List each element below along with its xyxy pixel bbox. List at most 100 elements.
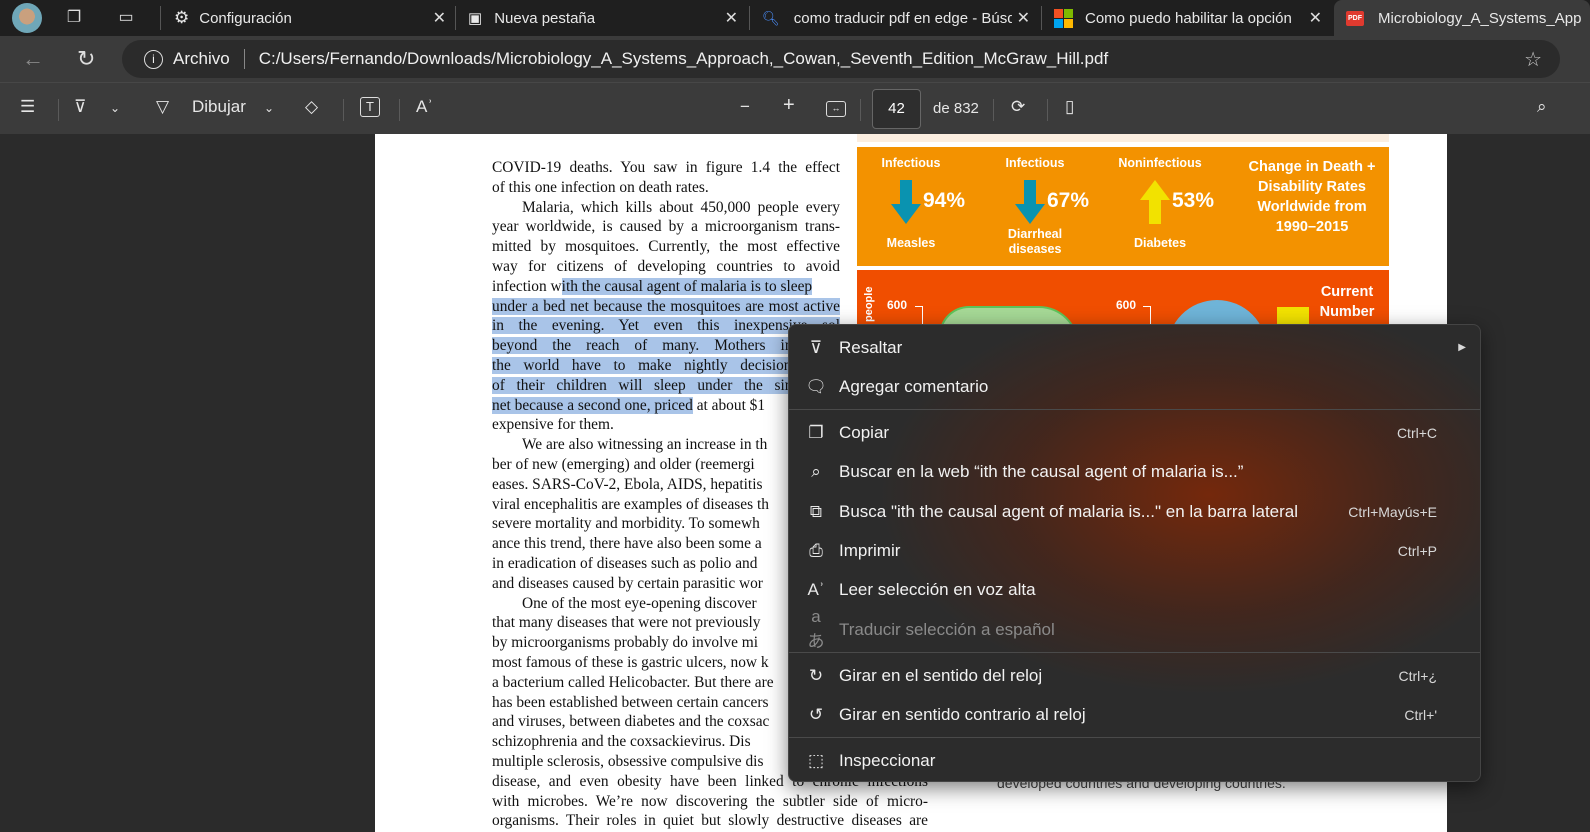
menu-item-label: Traducir selección a español xyxy=(839,619,1055,639)
menu-item-translate: aあ Traducir selección a español xyxy=(789,607,1480,651)
chevron-down-icon[interactable]: ⌄ xyxy=(264,101,274,115)
arrow-down-icon xyxy=(891,180,921,224)
eraser-icon[interactable]: ◇ xyxy=(305,97,318,117)
tab-bar: ❐ ▭ ⚙ Configuración ✕ ▣ Nueva pestaña ✕ … xyxy=(0,0,1590,36)
tab-pdf-active[interactable]: PDF Microbiology_A_Systems_App xyxy=(1334,0,1590,36)
highlighter-icon[interactable]: ⊽ xyxy=(74,97,86,117)
menu-item-read-aloud[interactable]: Aʾ Leer selección en voz alta xyxy=(789,570,1480,609)
menu-item-rotate-clockwise[interactable]: ↻ Girar en el sentido del reloj Ctrl+¿ xyxy=(789,656,1480,695)
text-line: severe mortality and morbidity. To somew… xyxy=(492,514,760,533)
search-icon[interactable]: ⌕ xyxy=(1537,97,1547,117)
menu-item-rotate-counterclockwise[interactable]: ↺ Girar en sentido contrario al reloj Ctrl… xyxy=(789,695,1480,734)
fit-width-icon[interactable]: ↔ xyxy=(826,101,846,117)
text: We are also witnessing an increase in th xyxy=(522,436,768,454)
menu-item-label: Inspeccionar xyxy=(839,750,936,770)
draw-pen-icon[interactable]: ▽ xyxy=(156,97,169,117)
rotate-icon[interactable]: ⟳ xyxy=(1011,97,1025,117)
info-icon[interactable]: i xyxy=(144,49,163,69)
arrow-down-icon xyxy=(1015,180,1045,224)
menu-item-label: Imprimir xyxy=(839,540,901,560)
text: Malaria, which kills about 450,000 peopl… xyxy=(522,198,840,216)
text: expensive for them. xyxy=(492,416,614,434)
tab-microsoft[interactable]: Como puedo habilitar la opción de ✕ xyxy=(1046,0,1332,36)
text: viral encephalitis are examples of disea… xyxy=(492,495,769,513)
favorite-star-icon[interactable]: ☆ xyxy=(1524,47,1542,72)
submenu-arrow-icon: ▶ xyxy=(1458,342,1466,353)
stat-percent: 53% xyxy=(1172,189,1215,212)
menu-item-copy[interactable]: ❐ Copiar Ctrl+C xyxy=(789,413,1480,452)
text-line: year worldwide, is caused by a microorga… xyxy=(492,217,840,236)
inspect-icon: ⬚ xyxy=(807,750,825,770)
tab-label: Nueva pestaña xyxy=(494,9,596,27)
text-box-icon[interactable]: T xyxy=(360,97,380,117)
zoom-out-button[interactable]: − xyxy=(740,97,750,117)
text-line: schizophrenia and the coxsackievirus. Di… xyxy=(492,732,751,751)
menu-item-shortcut: Ctrl+P xyxy=(1397,542,1437,559)
pdf-toolbar: ☰ ⊽ ⌄ ▽ Dibujar ⌄ ◇ T A︎ʾ − + ↔ 42 de 83… xyxy=(0,82,1590,134)
close-tab-icon[interactable]: ✕ xyxy=(725,8,738,28)
url-text[interactable]: C:/Users/Fernando/Downloads/Microbiology… xyxy=(259,49,1108,69)
microsoft-logo-icon xyxy=(1054,8,1073,28)
tab-configuracion[interactable]: ⚙ Configuración ✕ xyxy=(166,0,456,36)
comment-icon: 🗨︎ xyxy=(805,376,827,396)
menu-item-print[interactable]: ⎙ Imprimir Ctrl+P xyxy=(789,531,1480,570)
close-tab-icon[interactable]: ✕ xyxy=(1017,8,1030,28)
context-menu: ⊽ Resaltar ▶ 🗨︎ Agregar comentario ❐ Copiar Ctr… xyxy=(788,324,1481,782)
vertical-tabs-icon[interactable]: ▭ xyxy=(116,8,136,28)
text: most famous of these is gastric ulcers, … xyxy=(492,654,769,671)
gear-icon: ⚙ xyxy=(174,8,190,27)
read-aloud-icon[interactable]: A︎ʾ xyxy=(416,97,433,117)
stat-disease: Measles xyxy=(886,236,936,250)
copy-icon: ❐ xyxy=(808,422,824,442)
menu-item-sidebar-search[interactable]: ⧉ Busca "ith the causal agent of malaria … xyxy=(789,492,1480,531)
tab-search[interactable]: 🔍︎ como traducir pdf en edge - Búsq ✕ xyxy=(754,0,1040,36)
text: that many diseases that were not previou… xyxy=(492,614,761,632)
address-bar[interactable]: i Archivo C:/Users/Fernando/Downloads/Mi… xyxy=(122,40,1560,78)
print-icon: ⎙ xyxy=(809,540,823,560)
profile-avatar[interactable] xyxy=(12,3,42,33)
scheme-label: Archivo xyxy=(173,49,230,68)
new-tab-icon: ▣ xyxy=(468,10,483,27)
workspaces-icon[interactable]: ❐ xyxy=(64,8,84,28)
chevron-down-icon[interactable]: ⌄ xyxy=(110,101,120,115)
tab-label: Microbiology_A_Systems_App xyxy=(1378,9,1582,27)
menu-item-inspect[interactable]: ⬚ Inspeccionar xyxy=(789,741,1480,780)
menu-separator xyxy=(789,737,1480,738)
stat-percent: 94% xyxy=(923,189,966,212)
text-line: ber of new (emerging) and older (reemerg… xyxy=(492,455,755,474)
text: a bacterium called Helicobacter. But the… xyxy=(492,673,774,691)
text-line: We are also witnessing an increase in th xyxy=(522,435,767,454)
menu-item-label: Agregar comentario xyxy=(839,376,989,396)
close-tab-icon[interactable]: ✕ xyxy=(433,8,446,28)
back-button[interactable]: ← xyxy=(22,46,44,72)
close-tab-icon[interactable]: ✕ xyxy=(1309,8,1322,28)
text: COVID-19 deaths. You saw in figure 1.4 t… xyxy=(492,159,840,176)
text: multiple sclerosis, obsessive compulsive… xyxy=(492,753,764,770)
text: ber of new (emerging) and older (reemerg… xyxy=(492,456,755,473)
text: infection w xyxy=(492,277,562,295)
search-icon: ⌕ xyxy=(811,461,821,481)
text-line: in eradication of diseases such as polio… xyxy=(492,554,757,573)
menu-item-label: Girar en sentido contrario al reloj xyxy=(839,704,1086,724)
refresh-button[interactable]: ↻ xyxy=(77,46,95,72)
text: severe mortality and morbidity. To somew… xyxy=(492,515,760,533)
text: schizophrenia and the coxsackievirus. Di… xyxy=(492,733,751,751)
selected-text: ith the causal agent of malaria is to sl… xyxy=(561,277,813,295)
stat-percent: 67% xyxy=(1047,189,1090,212)
menu-item-comment[interactable]: 🗨︎ Agregar comentario xyxy=(789,367,1480,406)
search-icon: 🔍︎ xyxy=(762,9,780,26)
text: has been established between certain can… xyxy=(492,693,769,711)
menu-item-search[interactable]: ⌕ Buscar en la web “ith the causal agent … xyxy=(789,452,1480,491)
highlighter-icon: ⊽ xyxy=(809,337,823,357)
tab-nueva-pestana[interactable]: ▣ Nueva pestaña ✕ xyxy=(460,0,748,36)
text: by microorganisms probably do involve mi xyxy=(492,634,759,652)
draw-button[interactable]: Dibujar xyxy=(192,97,246,117)
zoom-in-button[interactable]: + xyxy=(783,94,795,117)
page-view-icon[interactable]: ▯ xyxy=(1065,97,1074,117)
contents-list-icon[interactable]: ☰ xyxy=(20,97,35,117)
text-line: a bacterium called Helicobacter. But the… xyxy=(492,673,774,692)
text: in eradication of diseases such as polio… xyxy=(492,555,758,572)
text: at about $1 xyxy=(692,396,766,414)
menu-item-highlighter[interactable]: ⊽ Resaltar ▶ xyxy=(789,328,1480,367)
page-number-input[interactable]: 42 xyxy=(872,89,921,129)
